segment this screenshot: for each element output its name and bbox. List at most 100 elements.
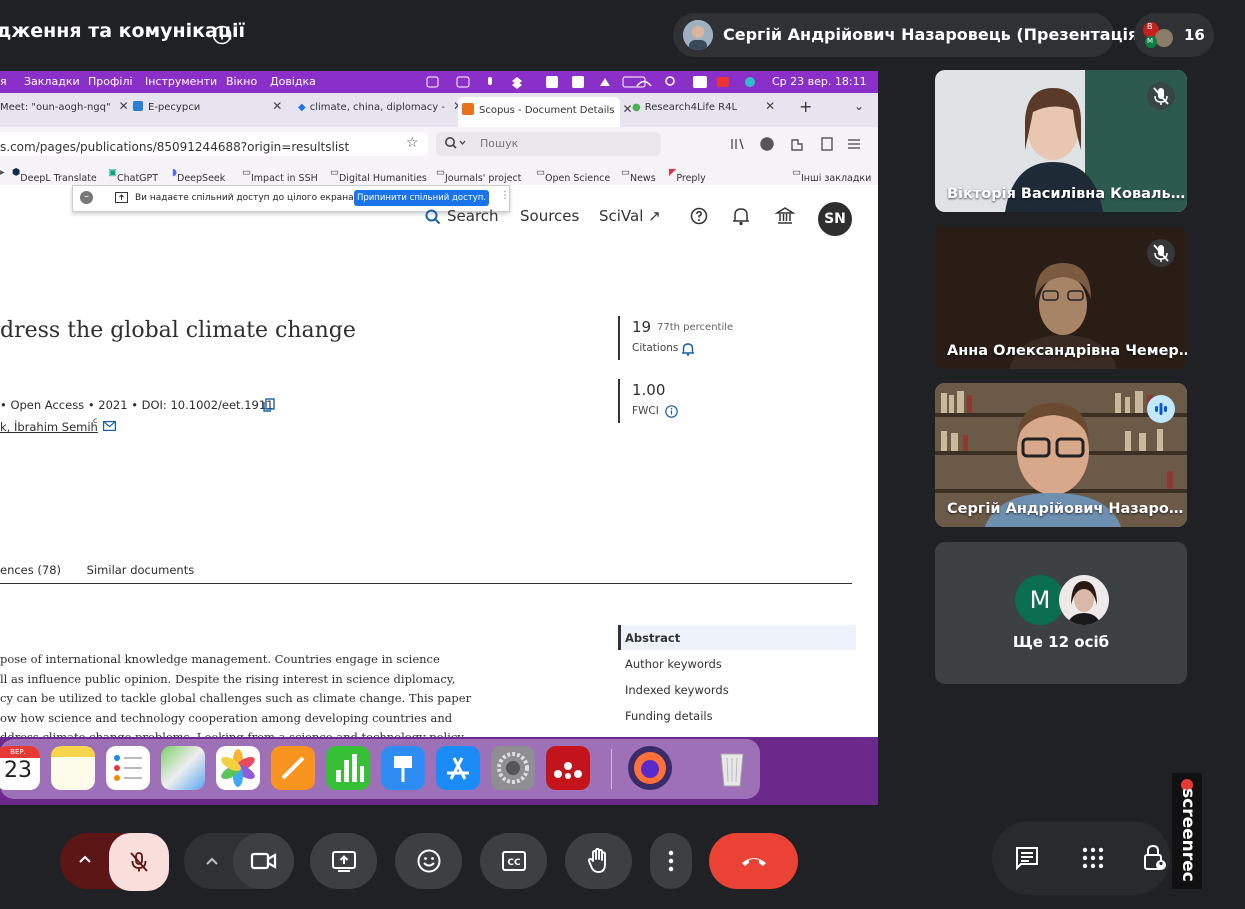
toc-funding-details[interactable]: Funding details <box>625 709 713 723</box>
drag-handle-icon[interactable]: ⋮ <box>500 190 510 201</box>
captions-icon: CC <box>501 851 526 871</box>
help-icon[interactable] <box>690 207 708 225</box>
browser-tab[interactable]: E-ресурси ✕ <box>133 99 283 125</box>
bell-icon[interactable] <box>732 206 750 226</box>
chat-icon[interactable] <box>1014 845 1040 871</box>
abstract-line: ow how science and technology cooperatio… <box>0 710 453 725</box>
info-icon[interactable] <box>212 25 232 45</box>
activities-icon[interactable] <box>1082 847 1104 869</box>
bookmark-star-icon[interactable]: ☆ <box>406 135 419 151</box>
browser-tab[interactable]: ● Research4Life R4L ✕ <box>632 99 792 125</box>
email-icon[interactable] <box>103 421 116 431</box>
new-tab-plus-icon[interactable]: + <box>799 97 812 123</box>
bookmark-item[interactable]: ▭ News <box>621 167 656 184</box>
bookmark-item[interactable]: ▭ Інші закладки <box>792 167 871 184</box>
scopus-favicon-icon <box>462 103 474 115</box>
url-field[interactable]: s.com/pages/publications/85091244688?ori… <box>0 132 428 156</box>
more-avatar-m: M <box>1015 575 1065 625</box>
bookmark-item[interactable]: ▭ Impact in SSH <box>242 167 318 184</box>
close-icon[interactable]: ✕ <box>765 99 775 113</box>
browser-tab-active[interactable]: Scopus - Document Details ✕ <box>458 97 633 127</box>
close-icon[interactable]: ✕ <box>272 99 282 113</box>
institution-icon[interactable] <box>775 206 795 226</box>
nav-scival-link[interactable]: SciVal ↗ <box>599 207 661 225</box>
tab-similar-documents[interactable]: Similar documents <box>87 563 195 577</box>
side-panel-controls <box>992 821 1170 895</box>
user-avatar[interactable]: SN <box>818 202 852 236</box>
participant-tile-speaking[interactable]: Сергій Андрійович Назаро… <box>935 383 1187 527</box>
citations-count[interactable]: 19 <box>632 318 651 336</box>
bookmark-label: DeepSeek <box>177 173 226 184</box>
calendar-app-icon[interactable]: ВЕР. 23 <box>0 746 40 790</box>
nav-search-link[interactable]: Search <box>447 207 499 225</box>
photos-app-icon[interactable] <box>216 746 260 790</box>
bookmark-item[interactable]: ▣ ChatGPT <box>108 167 158 184</box>
bookmark-item[interactable]: ▭ Journals' project <box>436 167 521 184</box>
copy-doi-icon[interactable] <box>263 398 275 412</box>
mic-toggle-button[interactable] <box>109 833 169 891</box>
host-controls-lock-icon[interactable] <box>1142 843 1168 873</box>
chevron-up-icon[interactable] <box>77 851 93 867</box>
bookmark-label: News <box>629 173 656 184</box>
fwci-info-icon[interactable] <box>665 405 678 418</box>
tab-references[interactable]: ences (78) <box>0 563 61 577</box>
bookmark-item[interactable]: ▭ Open Science <box>536 167 610 184</box>
end-call-button[interactable] <box>709 833 798 889</box>
browser-tab[interactable]: ◆climate, china, diplomacy -✕ <box>298 99 463 125</box>
emoji-reactions-button[interactable] <box>395 833 462 889</box>
toc-indexed-keywords[interactable]: Indexed keywords <box>625 683 729 697</box>
participant-name: Анна Олександрівна Чемер… <box>947 343 1187 359</box>
meeting-title: дження та комунікації <box>0 20 245 42</box>
minimize-icon[interactable]: – <box>80 191 93 204</box>
more-participants-tile[interactable]: M Ще 12 осіб <box>935 542 1187 684</box>
menu-item[interactable]: я <box>0 75 7 88</box>
tab-list-chevron-icon[interactable]: ⌄ <box>854 99 864 125</box>
present-screen-button[interactable] <box>310 833 377 889</box>
menu-item-tools[interactable]: Інструменти <box>145 75 217 88</box>
system-settings-icon[interactable] <box>491 746 535 790</box>
app-store-icon[interactable] <box>436 746 480 790</box>
trash-icon[interactable] <box>710 746 754 790</box>
raise-hand-icon <box>587 848 606 873</box>
participant-tile[interactable]: Анна Олександрівна Чемер… <box>935 227 1187 369</box>
bookmark-item[interactable]: ⬢ DeepL Translate <box>12 167 97 184</box>
pages-app-icon[interactable] <box>271 746 315 790</box>
toc-abstract[interactable]: Abstract <box>625 631 680 645</box>
stop-sharing-button[interactable]: Припинити спільний доступ. <box>354 190 489 206</box>
camera-toggle-button[interactable] <box>233 833 294 889</box>
raise-hand-button[interactable] <box>565 833 632 889</box>
chevron-up-icon[interactable] <box>204 853 220 869</box>
more-options-button[interactable] <box>650 833 692 889</box>
notes-app-icon[interactable] <box>51 746 95 790</box>
captions-button[interactable]: CC <box>480 833 547 889</box>
keynote-app-icon[interactable] <box>381 746 425 790</box>
author-link[interactable]: k, İbrahim Semih <box>0 420 98 434</box>
mendeley-app-icon[interactable] <box>546 746 590 790</box>
search-placeholder: Пошук <box>480 137 519 150</box>
toc-author-keywords[interactable]: Author keywords <box>625 657 722 671</box>
reminders-app-icon[interactable] <box>106 746 150 790</box>
menu-item-bookmarks[interactable]: Закладки <box>24 75 80 88</box>
calendar-day: 23 <box>4 758 32 783</box>
bookmarks-bar: ▸ ⬢ DeepL Translate ▣ ChatGPT ◗ DeepSeek… <box>0 161 878 185</box>
nav-sources-link[interactable]: Sources <box>520 207 579 225</box>
presenter-chip[interactable]: Сергій Андрійович Назаровець (Презентаці… <box>673 13 1146 57</box>
bookmark-item[interactable]: ◤ Preply <box>669 167 706 184</box>
participants-button[interactable]: B M 16 <box>1134 13 1214 57</box>
bookmark-item[interactable]: ▭ Digital Humanities <box>330 167 427 184</box>
firefox-app-icon[interactable] <box>628 746 672 790</box>
menu-item-help[interactable]: Довідка <box>270 75 316 88</box>
participant-tile[interactable]: Вікторія Василівна Коваль… <box>935 70 1187 212</box>
search-input[interactable]: Пошук <box>436 132 661 156</box>
numbers-app-icon[interactable] <box>326 746 370 790</box>
close-icon[interactable]: ✕ <box>119 99 129 113</box>
mic-off-icon <box>1147 82 1175 110</box>
menu-clock: Ср 23 вер. 18:11 <box>772 75 867 88</box>
bookmark-item[interactable]: ◗ DeepSeek <box>172 167 225 184</box>
browser-tab[interactable]: Meet: "oun-aogh-ngq" ✕ <box>0 99 129 125</box>
citation-alert-bell-icon[interactable] <box>681 342 695 356</box>
menu-item-profiles[interactable]: Профілі <box>88 75 133 88</box>
maps-app-icon[interactable] <box>161 746 205 790</box>
menu-item-window[interactable]: Вікно <box>226 75 257 88</box>
search-icon <box>425 209 441 225</box>
